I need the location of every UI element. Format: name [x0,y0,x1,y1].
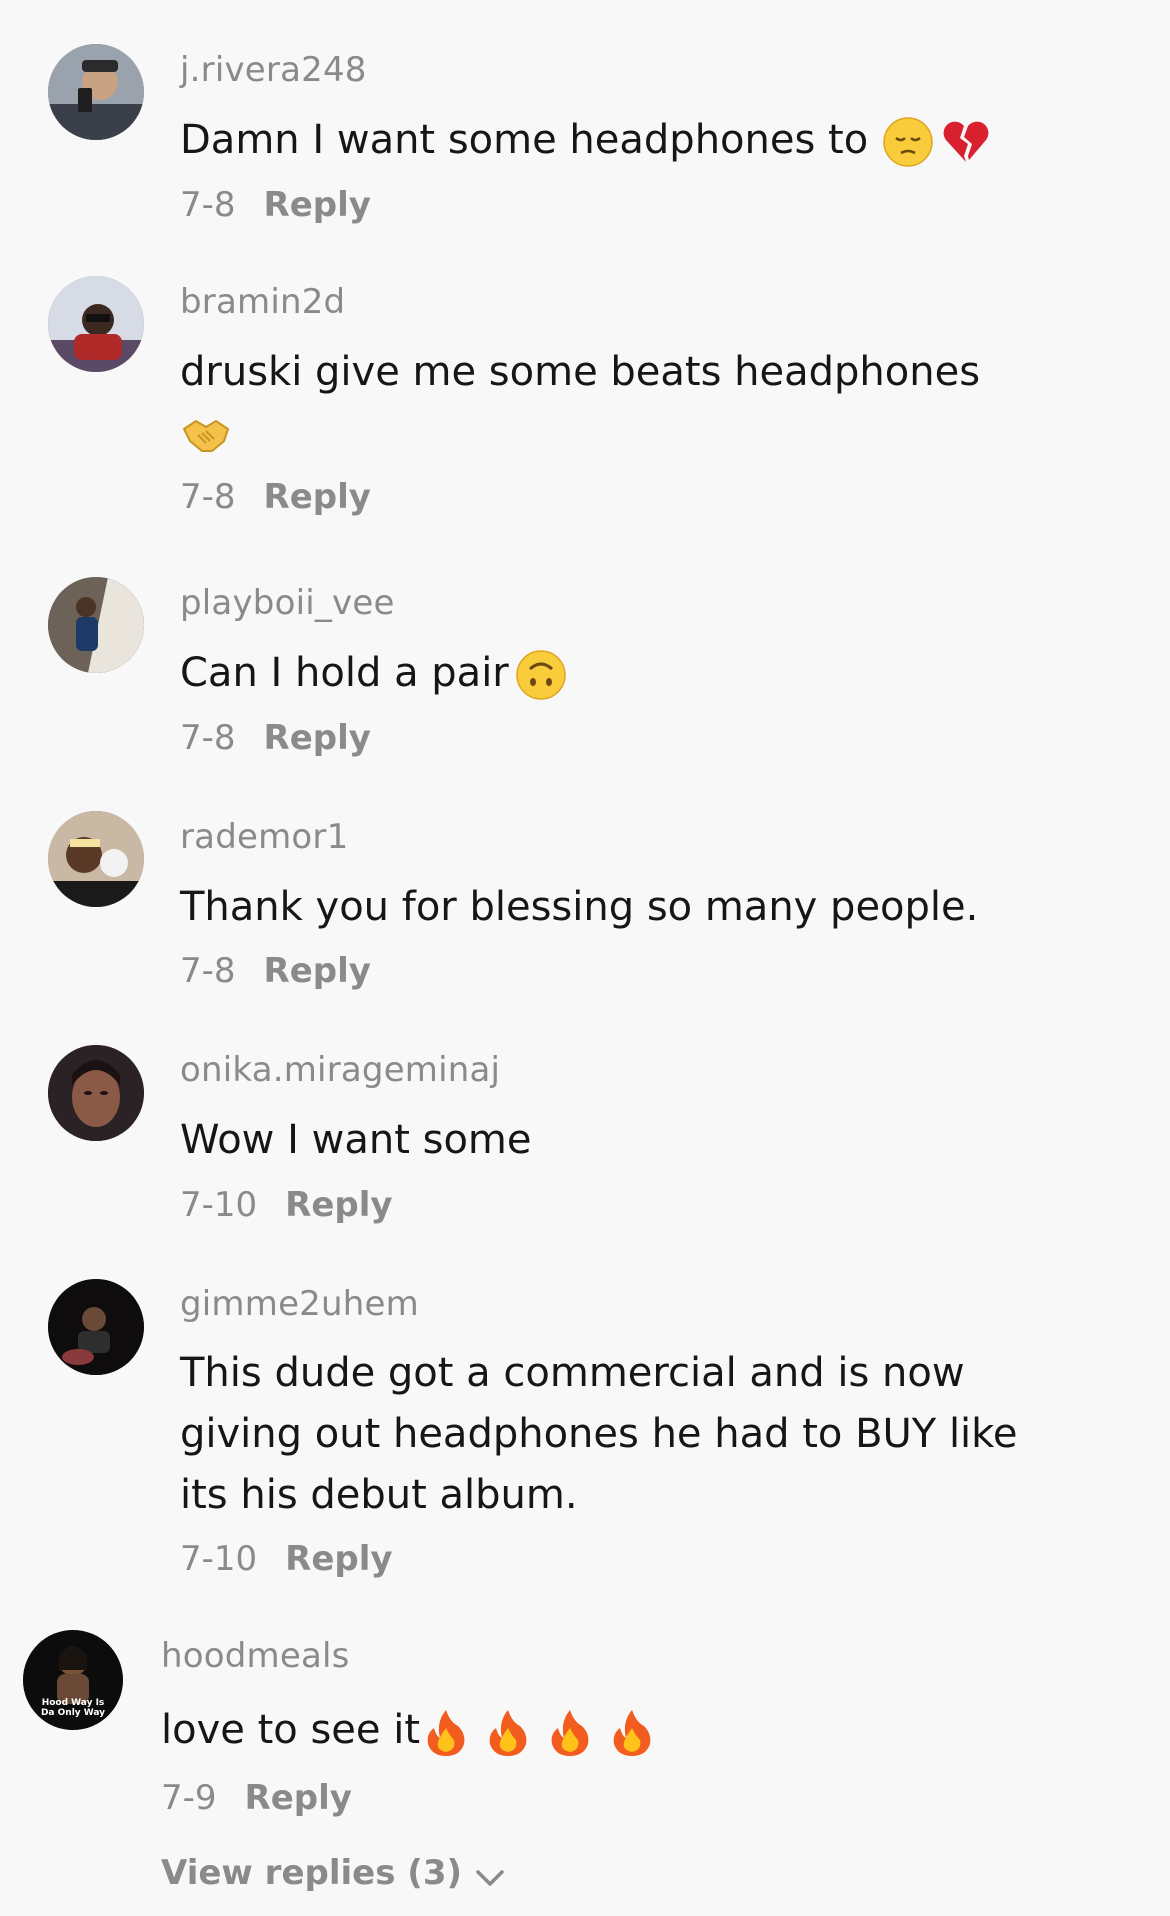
comment-text: Can I hold a pair [180,643,1060,704]
comment-date: 7-10 [180,1539,258,1579]
comment-username[interactable]: rademor1 [180,817,348,857]
pensive-face-emoji [882,116,934,168]
fire-emoji [482,1706,534,1758]
comment-text-content: Damn I want some headphones to [180,117,869,163]
comment-text-content: Wow I want some [180,1117,532,1163]
comment-text: This dude got a commercial and is now gi… [180,1343,1040,1526]
comment-username[interactable]: gimme2uhem [180,1284,419,1324]
avatar[interactable] [48,1279,144,1375]
fire-emoji [420,1706,472,1758]
reply-button[interactable]: Reply [264,951,371,991]
comment-text: love to see it [161,1700,1041,1761]
comment-date: 7-8 [180,718,236,758]
comment-text-content: Can I hold a pair [180,650,509,696]
chevron-down-icon [472,1861,508,1889]
avatar[interactable] [48,577,144,673]
reply-button[interactable]: Reply [264,185,371,225]
comment-text-content: druski give me some beats headphones [180,349,981,395]
comment-username[interactable]: hoodmeals [161,1636,350,1676]
avatar[interactable] [48,44,144,140]
comment-text: Thank you for blessing so many people. [180,877,1060,938]
fire-emoji [606,1706,658,1758]
comment-meta: 7-8 Reply [180,477,371,517]
comment-date: 7-9 [161,1778,217,1818]
comment-meta: 7-10 Reply [180,1539,393,1579]
comment-meta: 7-8 Reply [180,718,371,758]
comment-text: Damn I want some headphones to [180,110,1060,171]
comment-meta: 7-9 Reply [161,1778,352,1818]
avatar[interactable] [48,811,144,907]
fire-emoji [544,1706,596,1758]
broken-heart-emoji [940,116,992,168]
upside-down-face-emoji [515,649,567,701]
comment-date: 7-8 [180,477,236,517]
comment-username[interactable]: bramin2d [180,282,345,322]
avatar[interactable]: Hood Way Is Da Only Way [23,1630,123,1730]
reply-button[interactable]: Reply [264,718,371,758]
reply-button[interactable]: Reply [285,1185,392,1225]
comment-text-content: This dude got a commercial and is now gi… [180,1350,1018,1518]
handshake-emoji [180,409,232,461]
view-replies-label: View replies (3) [161,1853,463,1893]
comment-username[interactable]: onika.mirageminaj [180,1050,500,1090]
comment-text: druski give me some beats headphones [180,342,1060,464]
avatar-logo-text: Hood Way Is Da Only Way [40,1698,106,1718]
avatar[interactable] [48,1045,144,1141]
comment-text-content: Thank you for blessing so many people. [180,884,979,930]
view-replies-button[interactable]: View replies (3) [161,1853,508,1893]
reply-button[interactable]: Reply [285,1539,392,1579]
reply-button[interactable]: Reply [264,477,371,517]
comment-username[interactable]: playboii_vee [180,583,395,623]
comment-text-content: love to see it [161,1707,421,1753]
comment-date: 7-8 [180,951,236,991]
comment-date: 7-8 [180,185,236,225]
reply-button[interactable]: Reply [245,1778,352,1818]
comment-username[interactable]: j.rivera248 [180,50,367,90]
comment-text: Wow I want some [180,1110,1060,1171]
comment-meta: 7-8 Reply [180,185,371,225]
avatar[interactable] [48,276,144,372]
comment-date: 7-10 [180,1185,258,1225]
comment-meta: 7-10 Reply [180,1185,393,1225]
comment-meta: 7-8 Reply [180,951,371,991]
